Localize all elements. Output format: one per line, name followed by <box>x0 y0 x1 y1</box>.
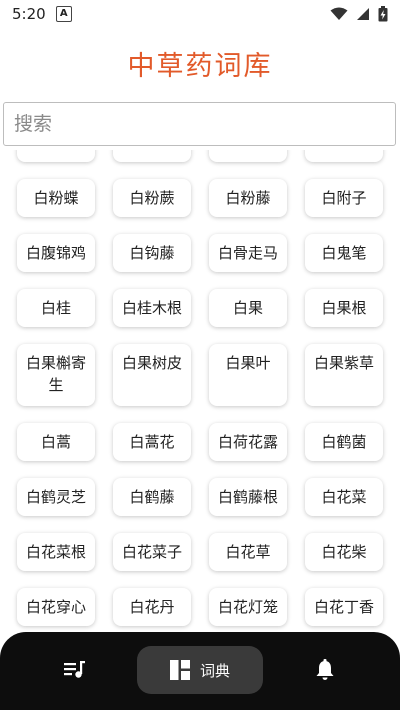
herb-item[interactable]: 白钩藤 <box>113 234 191 272</box>
herb-item[interactable]: 白荷花露 <box>209 423 287 461</box>
herb-item[interactable]: 白果 <box>209 289 287 327</box>
herb-item[interactable]: 白鹤藤根 <box>209 478 287 516</box>
herb-item[interactable]: 白花丁香 <box>305 588 383 626</box>
herb-item[interactable]: 白花菜根 <box>17 533 95 571</box>
battery-charging-icon <box>378 6 388 22</box>
search-input[interactable] <box>4 103 395 145</box>
herb-item[interactable]: 白鹤菌 <box>305 423 383 461</box>
signal-icon <box>357 8 369 20</box>
a-badge-icon: A <box>55 6 72 22</box>
status-right <box>330 6 388 22</box>
playlist-icon <box>64 661 85 678</box>
herb-item[interactable]: 白蒿花 <box>113 423 191 461</box>
herb-item[interactable]: 白花柴 <box>305 533 383 571</box>
herb-item[interactable]: 白皎树根 <box>209 150 287 162</box>
herb-item[interactable]: 白皎豆 <box>17 150 95 162</box>
herb-item[interactable]: 白鬼笔 <box>305 234 383 272</box>
herb-item[interactable]: 白粉蝶 <box>17 179 95 217</box>
nav-playlist[interactable] <box>30 646 120 694</box>
herb-item[interactable]: 白花草 <box>209 533 287 571</box>
herb-item[interactable]: 白蒿 <box>17 423 95 461</box>
status-bar: 5:20 A <box>0 0 400 28</box>
wifi-icon <box>330 7 348 20</box>
herb-item[interactable]: 白果根 <box>305 289 383 327</box>
herb-item[interactable]: 白花菜 <box>305 478 383 516</box>
herb-item[interactable]: 白附子 <box>305 179 383 217</box>
herb-item[interactable]: 白粉蕨 <box>113 179 191 217</box>
bottom-nav: 词典 <box>0 632 400 710</box>
herb-grid: 白皎豆 白皎树 白皎树根 白皎树叶白粉蝶白粉蕨白粉藤白附子白腹锦鸡白钩藤白骨走马白鬼笔… <box>17 150 383 626</box>
nav-dictionary-label: 词典 <box>199 661 230 680</box>
herb-item[interactable]: 白骨走马 <box>209 234 287 272</box>
search-box[interactable] <box>3 102 396 146</box>
herb-item[interactable]: 白花菜子 <box>113 533 191 571</box>
status-left: 5:20 A <box>12 5 72 23</box>
herb-item[interactable]: 白粉藤 <box>209 179 287 217</box>
herb-item[interactable]: 白花灯笼 <box>209 588 287 626</box>
status-time: 5:20 <box>12 5 46 23</box>
dictionary-grid-icon <box>169 660 190 680</box>
nav-notifications[interactable] <box>285 646 365 694</box>
app-title: 中草药词库 <box>127 51 273 82</box>
herb-list[interactable]: 白皎豆 白皎树 白皎树根 白皎树叶白粉蝶白粉蕨白粉藤白附子白腹锦鸡白钩藤白骨走马白鬼笔… <box>0 150 400 635</box>
herb-item[interactable]: 白果紫草 <box>305 344 383 406</box>
herb-item[interactable]: 白皎树 <box>113 150 191 162</box>
herb-item[interactable]: 白花穿心 <box>17 588 95 626</box>
herb-item[interactable]: 白果槲寄生 <box>17 344 95 406</box>
herb-item[interactable]: 白果叶 <box>209 344 287 406</box>
herb-item[interactable]: 白鹤藤 <box>113 478 191 516</box>
herb-item[interactable]: 白皎树叶 <box>305 150 383 162</box>
herb-item[interactable]: 白果树皮 <box>113 344 191 406</box>
bell-icon <box>316 659 334 680</box>
herb-item[interactable]: 白鹤灵芝 <box>17 478 95 516</box>
herb-item[interactable]: 白桂木根 <box>113 289 191 327</box>
nav-dictionary[interactable]: 词典 <box>137 646 263 694</box>
herb-item[interactable]: 白桂 <box>17 289 95 327</box>
herb-item[interactable]: 白花丹 <box>113 588 191 626</box>
herb-item[interactable]: 白腹锦鸡 <box>17 234 95 272</box>
